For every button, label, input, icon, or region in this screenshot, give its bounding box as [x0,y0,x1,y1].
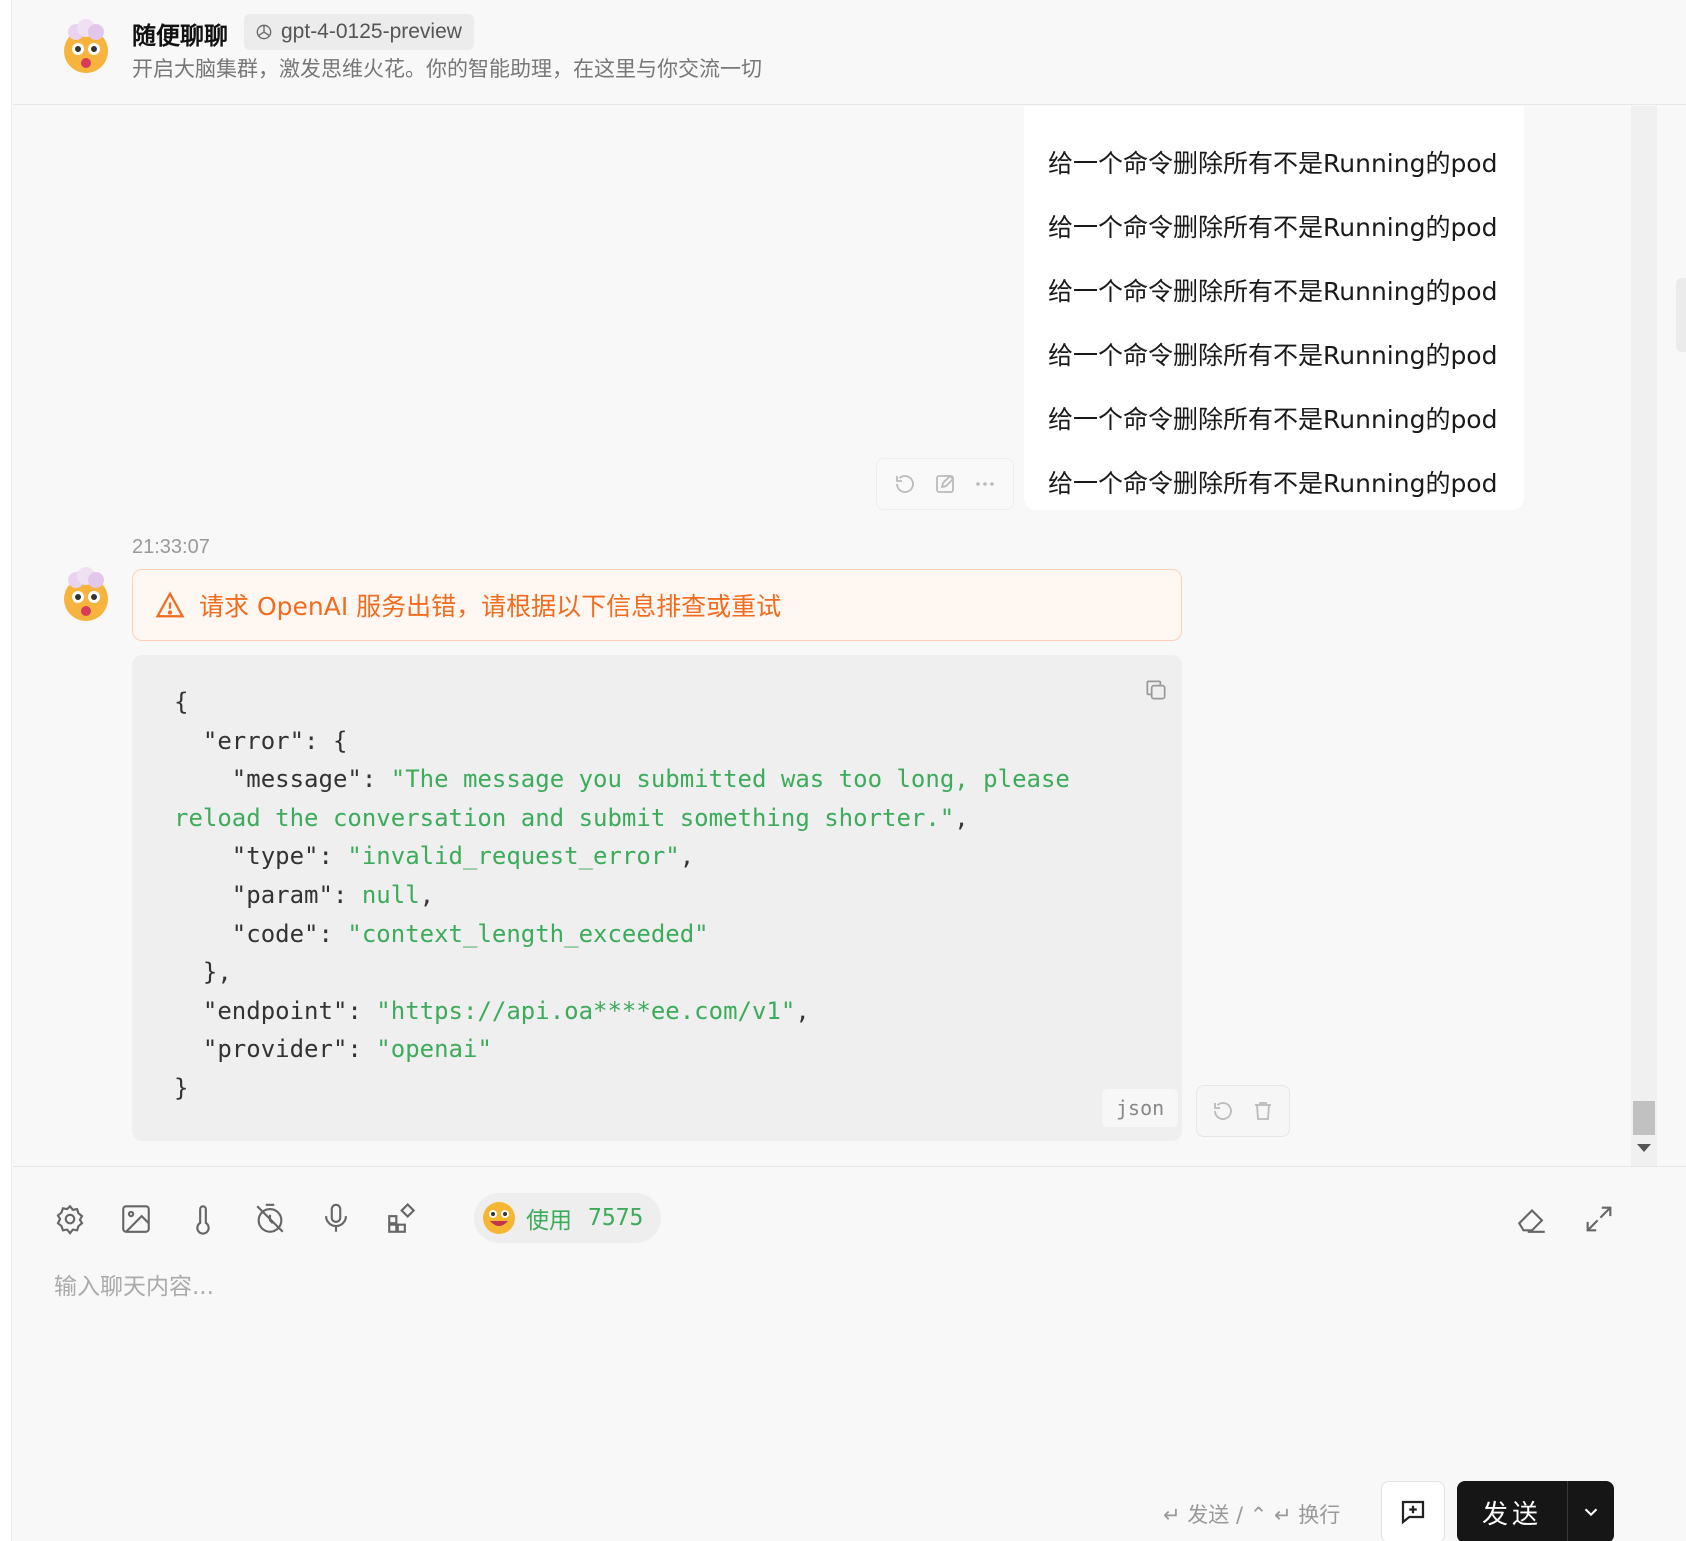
history-count-button[interactable] [250,1199,290,1239]
user-message-line: 给一个命令删除所有不是Running的pod [1048,341,1498,370]
assistant-avatar [64,567,108,621]
error-alert-text: 请求 OpenAI 服务出错，请根据以下信息排查或重试 [199,592,782,621]
sidebar-edge [0,0,12,1541]
chevron-down-icon [1584,1508,1598,1517]
send-options-button[interactable] [1568,1501,1614,1523]
code-line: "error": { [174,726,348,755]
temperature-button[interactable] [183,1199,223,1239]
copy-icon [1146,680,1166,700]
microphone-icon [325,1203,347,1232]
code-line: "provider": "openai" [174,1035,492,1064]
edit-button[interactable] [931,470,959,498]
send-button-label: 发送 [1481,1499,1542,1530]
model-settings-button[interactable] [50,1199,90,1239]
temperature-icon [196,1205,210,1235]
warning-icon [155,591,185,618]
user-message-line: 给一个命令删除所有不是Running的pod [1048,149,1498,178]
regenerate-icon [896,475,914,493]
error-code-block: { "error": { "message": "The message you… [132,655,1182,1141]
upload-image-button[interactable] [116,1199,156,1239]
openai-icon [256,24,272,40]
user-message-bubble: 给一个命令删除所有不是Running的pod 给一个命令删除所有不是Runnin… [1024,106,1524,510]
new-topic-button[interactable] [1381,1481,1445,1541]
chat-list: 给一个命令删除所有不是Running的pod 给一个命令删除所有不是Runnin… [13,106,1631,1166]
clear-input-button[interactable] [1512,1199,1552,1239]
new-topic-icon [1401,1500,1425,1525]
eraser-icon [1517,1208,1545,1233]
chat-input[interactable]: 输入聊天内容... [54,1267,214,1301]
user-message-line: 给一个命令删除所有不是Running的pod [1048,469,1498,498]
chat-app: 随便聊聊 gpt-4-0125-preview 开启大脑集群，激发思维火花。你的… [0,0,1686,1541]
assistant-message-actions [1196,1085,1290,1137]
scroll-down-arrow[interactable] [1637,1144,1651,1152]
send-button[interactable]: 发送 [1457,1481,1614,1541]
user-message-line: 给一个命令删除所有不是Running的pod [1048,213,1498,242]
model-name: gpt-4-0125-preview [281,20,462,43]
code-language-tag: json [1102,1089,1179,1127]
usage-label: 使用 [526,1207,572,1233]
image-icon [122,1205,150,1233]
usage-count: 7575 [588,1205,644,1231]
code-line: "code": "context_length_exceeded" [174,919,709,948]
delete-button[interactable] [1249,1097,1277,1125]
retry-button[interactable] [1209,1097,1237,1125]
copy-code-button[interactable] [1143,677,1169,708]
error-alert: 请求 OpenAI 服务出错，请根据以下信息排查或重试 [132,569,1182,641]
delete-icon [1255,1102,1271,1120]
more-button[interactable] [971,470,999,498]
message-timestamp: 21:33:07 [132,536,210,558]
user-message-actions [876,458,1014,510]
keyboard-hint: ↵ 发送 / ⌃ ↵ 换行 [1163,1503,1341,1527]
edit-icon [936,474,955,493]
code-line: "message": "The message you submitted wa… [174,765,1070,794]
more-icon [976,482,994,486]
chat-input-area: 使用 7575 输入聊天内容... ↵ 发送 / ⌃ ↵ 换行 发送 [13,1166,1686,1541]
regenerate-icon [1214,1102,1232,1120]
model-tag[interactable]: gpt-4-0125-preview [244,14,474,50]
regenerate-button[interactable] [891,470,919,498]
expand-icon [1586,1206,1612,1232]
history-off-icon [256,1203,284,1233]
settings-icon [56,1204,84,1235]
plugins-icon [388,1202,416,1233]
chat-header: 随便聊聊 gpt-4-0125-preview 开启大脑集群，激发思维火花。你的… [13,0,1686,105]
chat-scrollbar[interactable] [1631,106,1657,1166]
page-title: 随便聊聊 [132,22,228,50]
page-subtitle: 开启大脑集群，激发思维火花。你的智能助理，在这里与你交流一切 [132,57,762,81]
user-message-line: 给一个命令删除所有不是Running的pod [1048,277,1498,306]
agent-avatar [64,19,108,73]
code-line: "param": null, [174,880,435,909]
voice-input-button[interactable] [316,1199,356,1239]
code-line: reload the conversation and submit somet… [174,803,969,832]
user-message-line: 给一个命令删除所有不是Running的pod [1048,405,1498,434]
scrollbar-thumb[interactable] [1633,1101,1655,1135]
plugins-button[interactable] [382,1199,422,1239]
side-panel-handle[interactable] [1676,278,1686,352]
code-line: "type": "invalid_request_error", [174,842,695,871]
code-line: }, [174,958,232,987]
token-usage-pill[interactable]: 使用 7575 [474,1193,662,1243]
expand-input-button[interactable] [1579,1199,1619,1239]
code-line: } [174,1073,189,1102]
grinning-face-icon [483,1202,515,1234]
code-line: { [174,688,189,716]
code-line: "endpoint": "https://api.oa****ee.com/v1… [174,996,810,1025]
